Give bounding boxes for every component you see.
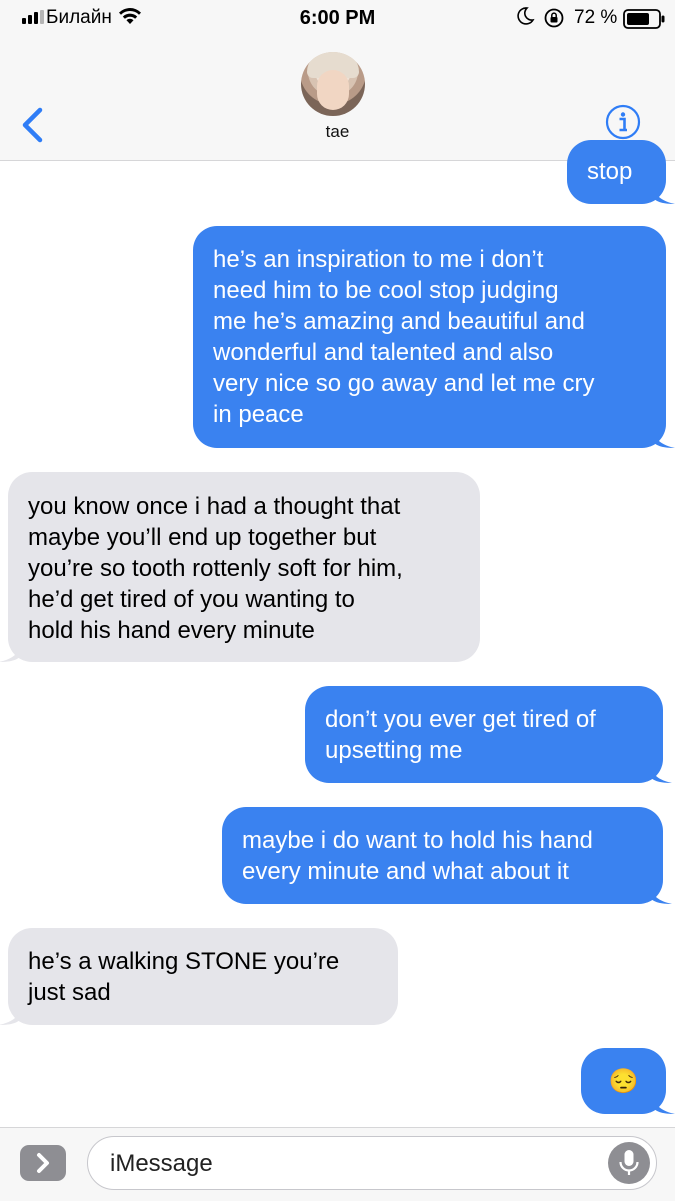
bubble-tail [653,1092,675,1114]
message-input-bar [0,1127,675,1201]
message-line: wonderful and talented and also [213,339,554,366]
battery-icon [623,9,665,29]
bubble-tail [650,882,672,904]
battery-percent: 72 % [574,7,618,28]
bubble-tail [653,426,675,448]
message-field[interactable] [87,1136,657,1191]
message-bubble-sent[interactable]: maybe i do want to hold his hand every m… [222,807,672,904]
message-line: need him to be cool stop judging [213,277,559,304]
message-line: in peace [213,401,304,428]
message-line: hold his hand every minute [28,617,315,644]
status-bar: Билайн 6:00 PM 72 % [0,0,675,36]
bubble-tail [0,640,21,662]
bubble-tail [0,1003,21,1025]
message-line: every minute and what about it [242,858,569,885]
message-bubble-sent[interactable]: 😔 [581,1048,675,1114]
message-line: just sad [28,979,111,1006]
bubble-tail [653,182,675,204]
message-line: maybe you’ll end up together but [28,524,377,551]
message-line: maybe i do want to hold his hand [242,827,593,854]
avatar[interactable] [301,52,365,116]
message-line: you’re so tooth rottenly soft for him, [28,555,403,582]
bubble-tail [650,761,672,783]
message-input[interactable] [108,1137,592,1191]
message-bubble-received[interactable]: you know once i had a thought that maybe… [0,472,480,662]
microphone-icon [619,1150,639,1175]
message-line: upsetting me [325,737,463,764]
contact-name[interactable]: tae [0,122,675,142]
apps-button[interactable] [20,1145,66,1181]
chevron-right-icon [37,1153,49,1173]
message-line: don’t you ever get tired of [325,706,596,733]
dictation-button[interactable] [608,1142,650,1184]
message-line: he’s a walking STONE you’re [28,948,340,975]
message-line: me he’s amazing and beautiful and [213,308,585,335]
message-bubble-sent[interactable]: stop [567,140,675,204]
message-bubble-sent[interactable]: don’t you ever get tired of upsetting me [305,686,672,783]
conversation-header: Билайн 6:00 PM 72 % tae [0,0,675,161]
rotation-lock-icon [544,8,564,28]
message-bubble-received[interactable]: he’s a walking STONE you’re just sad [0,928,398,1025]
emoji-pensive: 😔 [608,1068,639,1095]
message-line: you know once i had a thought that [28,493,401,520]
message-line: he’s an inspiration to me i don’t [213,246,544,273]
message-line: stop [587,158,633,185]
message-line: he’d get tired of you wanting to [28,586,355,613]
do-not-disturb-icon [517,7,535,25]
info-icon[interactable] [605,104,641,140]
avatar-face [317,70,349,110]
message-line: very nice so go away and let me cry [213,370,595,397]
message-bubble-sent[interactable]: he’s an inspiration to me i don’t need h… [193,226,675,448]
